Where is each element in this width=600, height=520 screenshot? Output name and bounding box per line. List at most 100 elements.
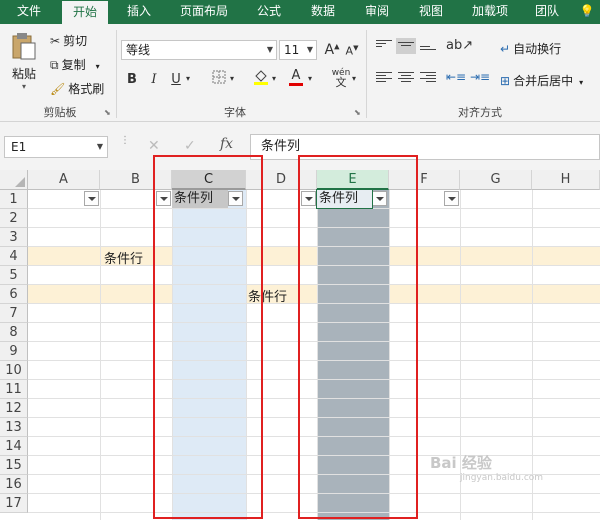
font-color-dropdown-icon[interactable]: ▾ [308,74,312,83]
row-header-9[interactable]: 9 [0,342,28,361]
bold-button[interactable]: B [124,72,140,87]
tab-add-ins[interactable]: 加载项 [462,0,518,24]
row-header-10[interactable]: 10 [0,361,28,380]
format-painter-button[interactable]: 🖌 格式刷 [50,80,104,97]
filter-dropdown-e[interactable] [372,191,387,206]
paste-button[interactable]: 粘贴 ▾ [8,32,40,94]
filter-dropdown-d[interactable] [301,191,316,206]
align-right-icon[interactable] [420,72,436,84]
formula-input[interactable]: 条件列 [250,134,600,160]
underline-button[interactable]: U [168,72,184,87]
name-box[interactable]: E1 ▼ [4,136,108,158]
filter-dropdown-b[interactable] [156,191,171,206]
cell-d6[interactable]: 条件行 [248,286,287,305]
tab-team[interactable]: 团队 [526,0,568,24]
formula-bar: E1 ▼ ⋮ ✕ ✓ fx 条件列 [0,122,600,170]
row-header-7[interactable]: 7 [0,304,28,323]
borders-button[interactable] [210,70,228,88]
align-left-icon[interactable] [376,72,392,84]
row-line [28,246,600,247]
fill-color-dropdown-icon[interactable]: ▾ [272,74,276,83]
decrease-indent-button[interactable]: ⇤≡ [446,70,466,84]
increase-indent-button[interactable]: ⇥≡ [470,70,490,84]
row-header-8[interactable]: 8 [0,323,28,342]
italic-button[interactable]: I [146,72,162,87]
column-header-f[interactable]: F [389,170,460,190]
align-top-icon[interactable] [376,40,392,52]
insert-function-button[interactable]: fx [220,136,233,152]
column-header-h[interactable]: H [532,170,600,190]
tab-data[interactable]: 数据 [302,0,344,24]
column-header-g[interactable]: G [460,170,532,190]
font-launcher-icon[interactable]: ⬊ [354,108,361,117]
row-header-13[interactable]: 13 [0,418,28,437]
row-header-12[interactable]: 12 [0,399,28,418]
row-line [28,379,600,380]
column-header-a[interactable]: A [28,170,100,190]
row-header-1[interactable]: 1 [0,190,28,209]
row-header-16[interactable]: 16 [0,475,28,494]
column-header-e[interactable]: E [317,170,389,190]
align-center-icon[interactable] [398,72,414,84]
phonetic-dropdown-icon[interactable]: ▾ [352,74,356,83]
clipboard-launcher-icon[interactable]: ⬊ [104,108,111,117]
cut-button[interactable]: ✂ 剪切 [50,32,87,49]
orientation-icon: ab↗ [446,38,474,53]
row-header-5[interactable]: 5 [0,266,28,285]
copy-dropdown-icon: ▾ [95,62,100,71]
shrink-font-button[interactable]: A▼ [343,44,361,58]
tab-insert[interactable]: 插入 [118,0,160,24]
filter-dropdown-a[interactable] [84,191,99,206]
tab-file[interactable]: 文件 [6,0,52,24]
tab-review[interactable]: 审阅 [356,0,398,24]
font-size-select[interactable]: 11 ▼ [279,40,317,60]
font-color-button[interactable]: A [288,68,304,86]
confirm-entry-button[interactable]: ✓ [184,138,196,154]
chevron-down-icon: ▼ [96,142,103,151]
increase-indent-icon: ⇥≡ [470,70,491,84]
select-all-corner[interactable] [0,170,28,190]
orientation-button[interactable]: ab↗ [446,38,473,53]
wrap-text-button[interactable]: ↵ 自动换行 [500,40,561,57]
row-header-17[interactable]: 17 [0,494,28,513]
paste-label: 粘贴 [11,67,36,81]
underline-dropdown-icon[interactable]: ▾ [186,74,190,83]
align-middle-icon[interactable] [396,38,416,54]
splitter-dots-icon[interactable]: ⋮ [120,136,130,146]
phonetic-guide-button[interactable]: wén 文 [330,68,352,89]
borders-dropdown-icon[interactable]: ▾ [230,74,234,83]
phonetic-glyph: 文 [335,76,347,89]
font-size-value: 11 [284,43,300,57]
tell-me-lightbulb-icon[interactable]: 💡 [576,0,598,24]
merge-center-button[interactable]: ⊞ 合并后居中 ▾ [500,72,583,89]
copy-button[interactable]: ⧉ 复制 ▾ [50,56,100,73]
cell-e1[interactable]: 条件列 [316,189,373,209]
grow-font-button[interactable]: A▲ [323,42,341,58]
tab-home[interactable]: 开始 [62,1,108,24]
row-header-15[interactable]: 15 [0,456,28,475]
row-header-11[interactable]: 11 [0,380,28,399]
filter-dropdown-f[interactable] [444,191,459,206]
align-bottom-icon[interactable] [420,40,436,52]
row-header-3[interactable]: 3 [0,228,28,247]
tab-view[interactable]: 视图 [410,0,452,24]
column-header-b[interactable]: B [100,170,172,190]
row-header-6[interactable]: 6 [0,285,28,304]
cell-b4[interactable]: 条件行 [104,248,143,267]
filter-dropdown-c[interactable] [228,191,243,206]
watermark-line1: Bai 经验 [430,454,492,472]
font-name-select[interactable]: 等线 ▼ [121,40,277,60]
tab-formulas[interactable]: 公式 [248,0,290,24]
cancel-entry-button[interactable]: ✕ [148,138,160,154]
tab-page-layout[interactable]: 页面布局 [168,0,240,24]
column-header-d[interactable]: D [246,170,317,190]
cell-c1[interactable]: 条件列 [172,190,228,208]
fill-color-button[interactable] [252,68,270,90]
row-line [28,493,600,494]
column-header-c[interactable]: C [172,170,246,190]
row-header-2[interactable]: 2 [0,209,28,228]
row-header-4[interactable]: 4 [0,247,28,266]
font-color-label: A [291,68,301,83]
row-header-14[interactable]: 14 [0,437,28,456]
merge-cells-icon: ⊞ [500,74,511,88]
